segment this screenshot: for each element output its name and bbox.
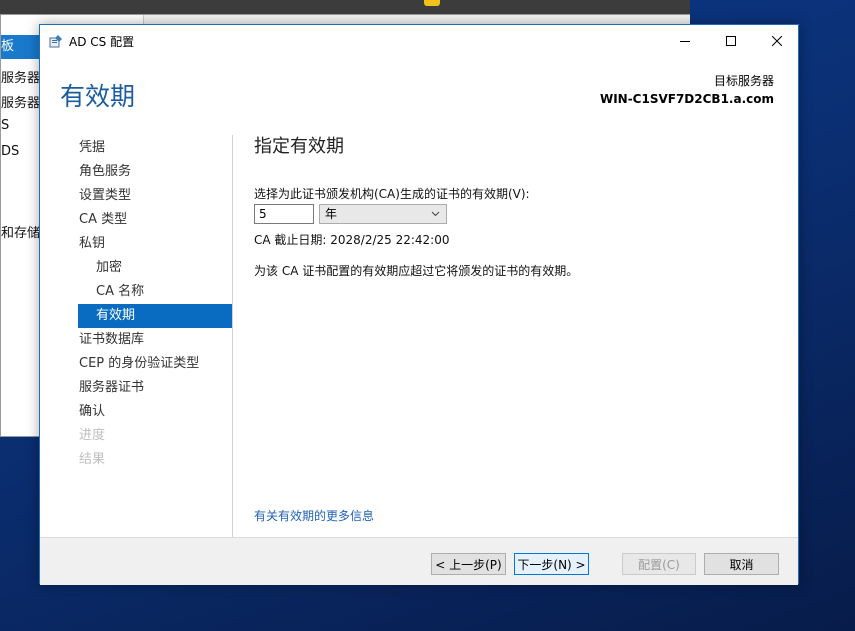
step-ca-name[interactable]: CA 名称 (78, 280, 232, 304)
step-validity-period[interactable]: 有效期 (78, 304, 232, 328)
adcs-config-dialog: AD CS 配置 有效期 目标服务器 WIN-C1SVF7D2CB1.a.com… (39, 24, 799, 585)
step-cryptography[interactable]: 加密 (78, 256, 232, 280)
step-cep-auth-type[interactable]: CEP 的身份验证类型 (78, 352, 232, 376)
minimize-icon (680, 41, 690, 42)
dialog-title: AD CS 配置 (69, 35, 135, 49)
nav-divider (232, 135, 233, 540)
minimize-button[interactable] (662, 25, 708, 57)
wizard-steps-nav: 凭据 角色服务 设置类型 CA 类型 私钥 加密 CA 名称 有效期 证书数据库… (78, 136, 232, 472)
step-private-key[interactable]: 私钥 (78, 232, 232, 256)
configure-button[interactable]: 配置(C) (622, 553, 696, 575)
background-nav-item[interactable]: DS (1, 144, 19, 159)
step-ca-type[interactable]: CA 类型 (78, 208, 232, 232)
step-certificate-database[interactable]: 证书数据库 (78, 328, 232, 352)
background-nav-item[interactable]: 服务器 (1, 92, 40, 111)
step-server-certificate[interactable]: 服务器证书 (78, 376, 232, 400)
step-credentials[interactable]: 凭据 (78, 136, 232, 160)
background-window-titlebar (0, 0, 690, 14)
step-progress: 进度 (79, 428, 106, 443)
cancel-button[interactable]: 取消 (704, 553, 779, 575)
close-icon (772, 36, 782, 46)
page-title: 有效期 (60, 82, 136, 111)
validity-unit-select[interactable]: 年 (319, 204, 447, 224)
previous-button[interactable]: < 上一步(P) (431, 553, 506, 575)
validity-period-input[interactable] (254, 204, 314, 224)
maximize-button[interactable] (708, 25, 754, 57)
background-nav: 板 服务器 服务器 S DS 和存储 (1, 15, 41, 436)
more-info-link[interactable]: 有关有效期的更多信息 (254, 507, 374, 524)
adcs-app-icon (49, 35, 62, 48)
dialog-footer: < 上一步(P) 下一步(N) > 配置(C) 取消 (40, 537, 798, 585)
ca-expiry-date: CA 截止日期: 2028/2/25 22:42:00 (254, 233, 450, 247)
dialog-titlebar[interactable]: AD CS 配置 (40, 25, 798, 57)
step-role-services[interactable]: 角色服务 (78, 160, 232, 184)
warning-icon (424, 0, 440, 6)
validity-content-pane: 指定有效期 选择为此证书颁发机构(CA)生成的证书的有效期(V): 年 CA 截… (254, 133, 774, 278)
next-button[interactable]: 下一步(N) > (514, 553, 589, 575)
step-confirmation[interactable]: 确认 (78, 400, 232, 424)
background-nav-item[interactable]: S (1, 118, 9, 133)
target-server-name: WIN-C1SVF7D2CB1.a.com (599, 92, 774, 106)
step-setup-type[interactable]: 设置类型 (78, 184, 232, 208)
maximize-icon (726, 36, 736, 46)
close-button[interactable] (754, 25, 800, 57)
background-nav-item[interactable]: 板 (1, 35, 41, 59)
validity-unit-value: 年 (325, 207, 338, 221)
target-server-label: 目标服务器 (713, 74, 774, 88)
step-results: 结果 (79, 452, 106, 467)
background-nav-item[interactable]: 和存储 (1, 222, 40, 241)
chevron-down-icon (431, 211, 440, 217)
validity-period-label: 选择为此证书颁发机构(CA)生成的证书的有效期(V): (254, 187, 530, 201)
content-title: 指定有效期 (254, 136, 344, 157)
background-nav-item[interactable]: 服务器 (1, 67, 40, 86)
validity-note: 为该 CA 证书配置的有效期应超过它将颁发的证书的有效期。 (254, 264, 579, 278)
